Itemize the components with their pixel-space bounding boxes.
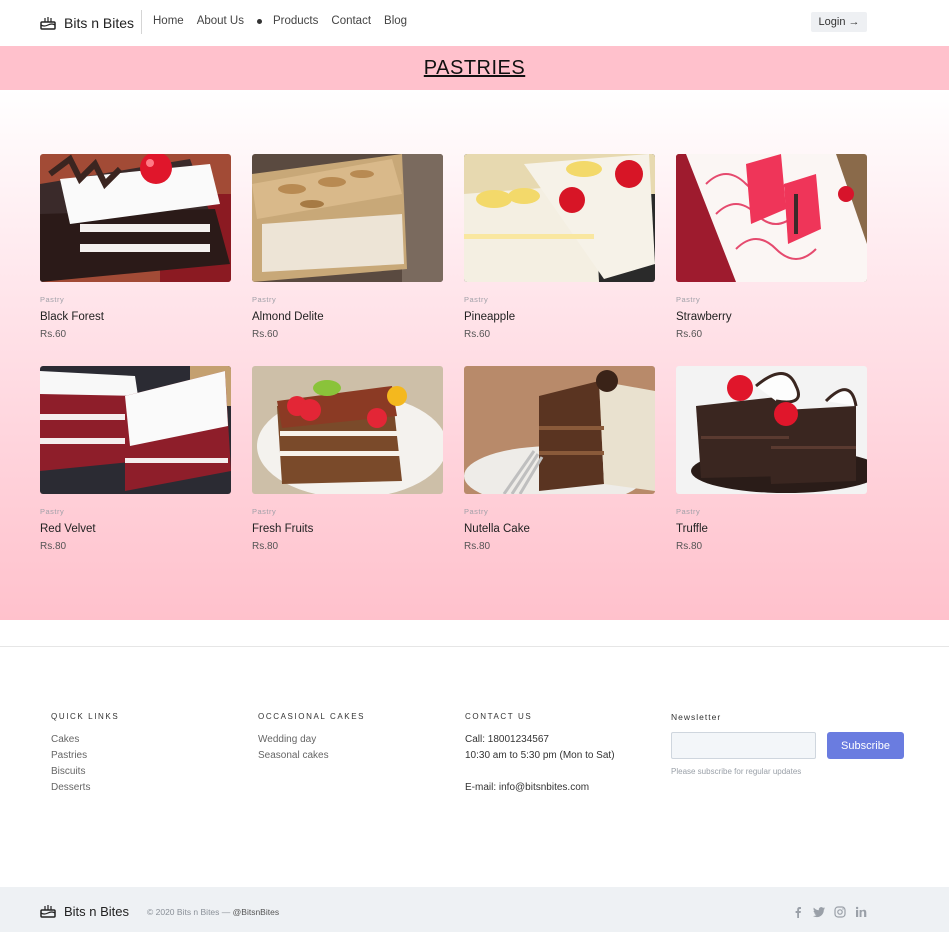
footer-link-wedding-day[interactable]: Wedding day [258, 732, 365, 748]
product-category: Pastry [464, 295, 489, 304]
product-price: Rs.80 [252, 541, 279, 552]
product-name[interactable]: Truffle [676, 523, 867, 535]
pineapple-image [464, 154, 655, 282]
copyright-text: © 2020 Bits n Bites — @BitsnBites [147, 907, 279, 917]
product-category: Pastry [40, 295, 65, 304]
newsletter-note: Please subscribe for regular updates [671, 767, 802, 776]
strawberry-image [676, 154, 867, 282]
product-image-strawberry[interactable] [676, 154, 867, 282]
nav-divider [141, 10, 142, 34]
nav-blog[interactable]: Blog [384, 15, 407, 27]
product-name[interactable]: Black Forest [40, 311, 231, 323]
footer-link-desserts[interactable]: Desserts [51, 780, 119, 796]
footer-newsletter: Newsletter [671, 712, 721, 732]
red-velvet-image [40, 366, 231, 494]
footer-link-cakes[interactable]: Cakes [51, 732, 119, 748]
product-name[interactable]: Red Velvet [40, 523, 231, 535]
category-banner: PASTRIES [0, 46, 949, 90]
product-card[interactable]: Pastry Black Forest Rs.60 [40, 154, 231, 340]
footer-occasional-cakes: OCCASIONAL CAKES Wedding day Seasonal ca… [258, 712, 365, 764]
arrow-right-icon: → [848, 16, 860, 28]
nav-about[interactable]: About Us [197, 15, 244, 27]
brand-name: Bits n Bites [64, 15, 135, 31]
nav-contact[interactable]: Contact [331, 15, 371, 27]
login-label: Login [818, 16, 846, 28]
copyright-label: © 2020 Bits n Bites — [147, 907, 231, 917]
product-card[interactable]: Pastry Pineapple Rs.60 [464, 154, 655, 340]
product-card[interactable]: Pastry Nutella Cake Rs.80 [464, 366, 655, 552]
footer-brand-logo[interactable]: Bits n Bites [40, 903, 129, 919]
contact-email[interactable]: E-mail: info@bitsnbites.com [465, 780, 615, 796]
brand-logo[interactable]: Bits n Bites [40, 13, 134, 33]
product-image-nutella-cake[interactable] [464, 366, 655, 494]
instagram-icon[interactable] [833, 905, 847, 919]
product-category: Pastry [676, 295, 701, 304]
twitter-icon[interactable] [812, 905, 826, 919]
social-links [791, 905, 875, 919]
footer-link-seasonal-cakes[interactable]: Seasonal cakes [258, 748, 365, 764]
product-price: Rs.60 [676, 329, 703, 340]
contact-phone: Call: 18001234567 [465, 734, 549, 745]
newsletter-email-input[interactable] [671, 732, 816, 759]
product-name[interactable]: Nutella Cake [464, 523, 655, 535]
contact-title: CONTACT US [465, 712, 533, 721]
product-price: Rs.80 [40, 541, 67, 552]
newsletter-title: Newsletter [671, 712, 722, 722]
fresh-fruits-image [252, 366, 443, 494]
product-card[interactable]: Pastry Red Velvet Rs.80 [40, 366, 231, 552]
product-card[interactable]: Pastry Almond Delite Rs.60 [252, 154, 443, 340]
cake-icon [40, 905, 56, 918]
product-image-fresh-fruits[interactable] [252, 366, 443, 494]
product-price: Rs.60 [464, 329, 491, 340]
facebook-icon[interactable] [791, 905, 805, 919]
product-name[interactable]: Almond Delite [252, 311, 443, 323]
footer-quick-links: QUICK LINKS Cakes Pastries Biscuits Dess… [51, 712, 119, 796]
subscribe-button[interactable]: Subscribe [827, 732, 904, 759]
product-name[interactable]: Pineapple [464, 311, 655, 323]
product-image-almond-delite[interactable] [252, 154, 443, 282]
product-card[interactable]: Pastry Truffle Rs.80 [676, 366, 867, 552]
social-handle-link[interactable]: @BitsnBites [233, 907, 279, 917]
product-category: Pastry [676, 507, 701, 516]
product-card[interactable]: Pastry Fresh Fruits Rs.80 [252, 366, 443, 552]
truffle-image [676, 366, 867, 494]
quick-links-title: QUICK LINKS [51, 712, 120, 721]
product-name[interactable]: Strawberry [676, 311, 867, 323]
occasional-cakes-title: OCCASIONAL CAKES [258, 712, 366, 721]
linkedin-icon[interactable] [854, 905, 868, 919]
footer-contact: CONTACT US Call: 18001234567 10:30 am to… [465, 712, 615, 796]
product-price: Rs.60 [252, 329, 279, 340]
nav-dot-icon [257, 18, 262, 24]
footer-link-biscuits[interactable]: Biscuits [51, 764, 119, 780]
product-grid: Pastry Black Forest Rs.60 Pastry Almond … [0, 90, 949, 620]
product-price: Rs.60 [40, 329, 67, 340]
page-title: PASTRIES [423, 56, 526, 79]
main-nav: Home About Us Products Contact Blog [153, 15, 420, 27]
product-card[interactable]: Pastry Strawberry Rs.60 [676, 154, 867, 340]
almond-delite-image [252, 154, 443, 282]
product-name[interactable]: Fresh Fruits [252, 523, 443, 535]
footer-divider [0, 646, 949, 647]
product-category: Pastry [252, 295, 277, 304]
site-header: Bits n Bites Home About Us Products Cont… [0, 0, 949, 46]
product-image-truffle[interactable] [676, 366, 867, 494]
product-category: Pastry [464, 507, 489, 516]
black-forest-image [40, 154, 231, 282]
cake-icon [40, 17, 56, 30]
footer-link-pastries[interactable]: Pastries [51, 748, 119, 764]
product-image-black-forest[interactable] [40, 154, 231, 282]
product-image-pineapple[interactable] [464, 154, 655, 282]
product-category: Pastry [40, 507, 65, 516]
product-image-red-velvet[interactable] [40, 366, 231, 494]
nav-home[interactable]: Home [153, 15, 184, 27]
product-price: Rs.80 [676, 541, 703, 552]
nutella-cake-image [464, 366, 655, 494]
footer-brand-name: Bits n Bites [64, 903, 130, 919]
login-button[interactable]: Login → [811, 12, 867, 32]
contact-hours: 10:30 am to 5:30 pm (Mon to Sat) [465, 750, 615, 761]
nav-products[interactable]: Products [273, 15, 318, 27]
product-category: Pastry [252, 507, 277, 516]
bottom-bar: Bits n Bites © 2020 Bits n Bites — @Bits… [0, 887, 949, 932]
product-price: Rs.80 [464, 541, 491, 552]
